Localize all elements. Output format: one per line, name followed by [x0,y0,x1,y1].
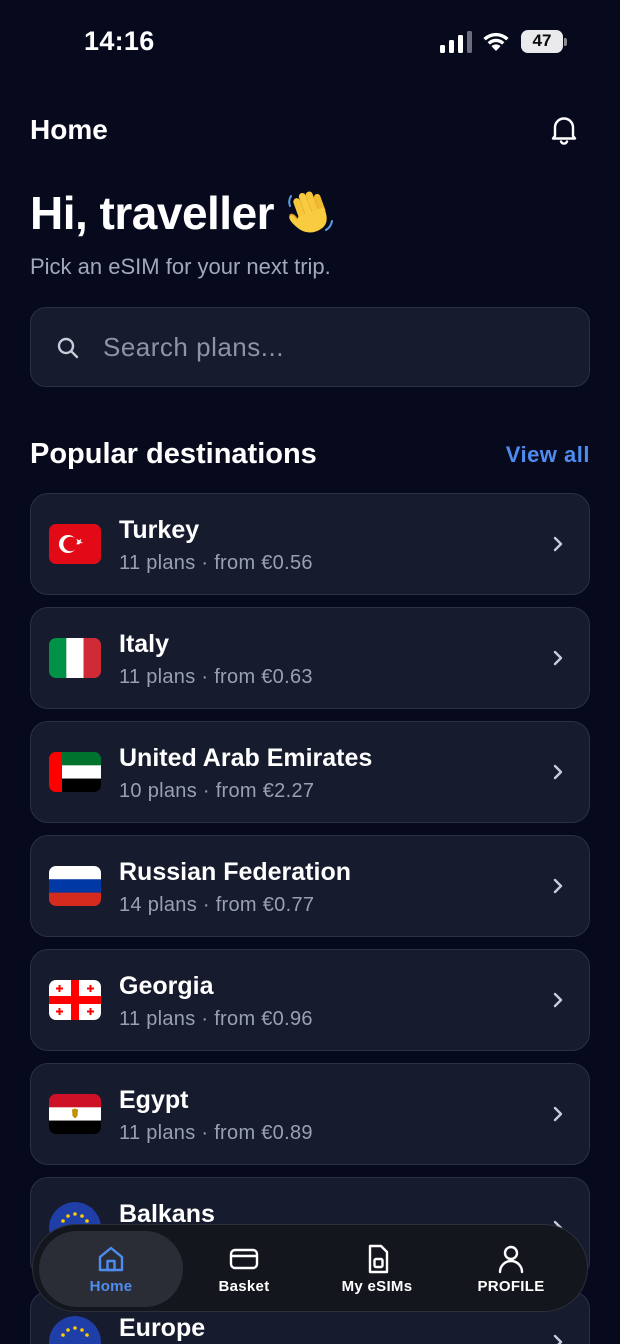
bottom-nav: Home Basket My eSIMs PROFILE [32,1224,588,1312]
chevron-right-icon [553,1334,563,1344]
cellular-signal-icon [440,31,472,53]
status-time: 14:16 [84,26,155,56]
destination-meta: 11 plans · from €0.89 [119,1122,313,1144]
egypt-flag-icon [49,1094,101,1134]
greeting-subtitle: Pick an eSIM for your next trip. [30,254,331,279]
nav-label: Basket [218,1277,270,1295]
battery-level: 47 [532,31,552,50]
status-bar: 14:16 47 [0,0,620,84]
destination-card-egypt[interactable]: Egypt 11 plans · from €0.89 [30,1063,590,1165]
greeting-text: Hi, traveller [30,187,275,239]
search-input[interactable] [103,308,573,386]
nav-label: Home [89,1277,133,1295]
person-icon [498,1245,524,1273]
waving-hand-icon [288,191,334,233]
bell-icon [551,117,577,145]
destination-name: United Arab Emirates [119,744,373,772]
georgia-flag-icon [49,980,101,1020]
nav-item-basket[interactable]: Basket [185,1225,303,1313]
turkey-flag-icon [49,524,101,564]
destination-meta: 11 plans · from €0.63 [119,666,313,688]
nav-item-my-esims[interactable]: My eSIMs [317,1225,437,1313]
destination-card-uae[interactable]: United Arab Emirates 10 plans · from €2.… [30,721,590,823]
nav-label: My eSIMs [341,1277,413,1295]
destination-meta: 10 plans · from €2.27 [119,780,315,802]
destination-name: Europe [119,1314,206,1342]
italy-flag-icon [49,638,101,678]
page-title: Home [30,114,108,145]
notifications-button[interactable] [546,112,582,148]
destination-card-russia[interactable]: Russian Federation 14 plans · from €0.77 [30,835,590,937]
card-icon [229,1248,259,1269]
view-all-link[interactable]: View all [506,442,590,468]
destination-meta: 11 plans · from €0.96 [119,1008,313,1030]
destination-name: Italy [119,630,170,658]
chevron-right-icon [553,536,563,552]
destination-name: Turkey [119,516,200,544]
battery-indicator: 47 [521,30,567,53]
chevron-right-icon [553,764,563,780]
destination-card-italy[interactable]: Italy 11 plans · from €0.63 [30,607,590,709]
destination-card-georgia[interactable]: Georgia 11 plans · from €0.96 [30,949,590,1051]
destination-meta: 11 plans · from €0.56 [119,552,313,574]
destination-name: Russian Federation [119,858,351,886]
section-title: Popular destinations [30,438,317,470]
chevron-right-icon [553,878,563,894]
nav-item-profile[interactable]: PROFILE [451,1225,571,1313]
home-icon [98,1246,124,1271]
wifi-icon [483,32,509,51]
destination-card-turkey[interactable]: Turkey 11 plans · from €0.56 [30,493,590,595]
greeting: Hi, traveller [30,186,336,240]
chevron-right-icon [553,1106,563,1122]
destination-name: Egypt [119,1086,189,1114]
sim-card-icon [368,1244,389,1273]
uae-flag-icon [49,752,101,792]
destination-name: Georgia [119,972,214,1000]
chevron-right-icon [553,650,563,666]
destination-meta: 14 plans · from €0.77 [119,894,315,916]
chevron-right-icon [553,992,563,1008]
nav-label: PROFILE [477,1277,545,1295]
russia-flag-icon [49,866,101,906]
search-bar[interactable] [30,307,590,387]
home-screen: 14:16 47 Home Hi, traveller Pick an eSIM… [0,0,620,1344]
eu-flag-icon [49,1316,101,1344]
search-icon [57,337,79,359]
nav-item-home[interactable]: Home [39,1231,183,1307]
